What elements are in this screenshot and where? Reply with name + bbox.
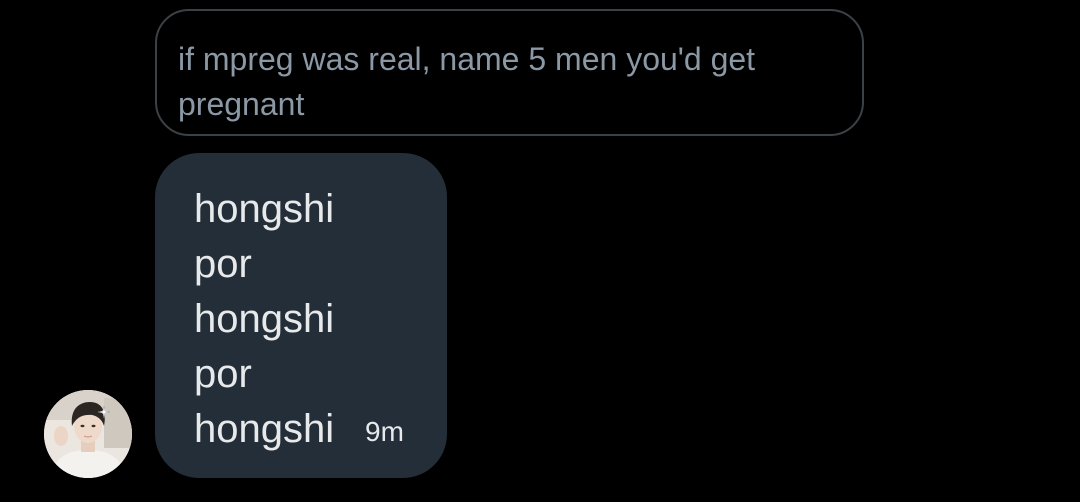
message-timestamp: 9m <box>365 416 404 447</box>
quoted-message-text: if mpreg was real, name 5 men you'd get … <box>178 41 756 122</box>
profile-photo-icon <box>44 390 132 478</box>
message-line: hongshi <box>194 297 335 341</box>
quoted-message[interactable]: if mpreg was real, name 5 men you'd get … <box>155 9 864 136</box>
message-line: por <box>194 352 252 396</box>
message-bubble[interactable]: hongshi por hongshi por hongshi 9m <box>155 153 447 478</box>
sender-avatar[interactable] <box>44 390 132 478</box>
message-line: hongshi <box>194 187 335 231</box>
message-line: por <box>194 242 252 286</box>
message-line: hongshi <box>194 407 335 451</box>
